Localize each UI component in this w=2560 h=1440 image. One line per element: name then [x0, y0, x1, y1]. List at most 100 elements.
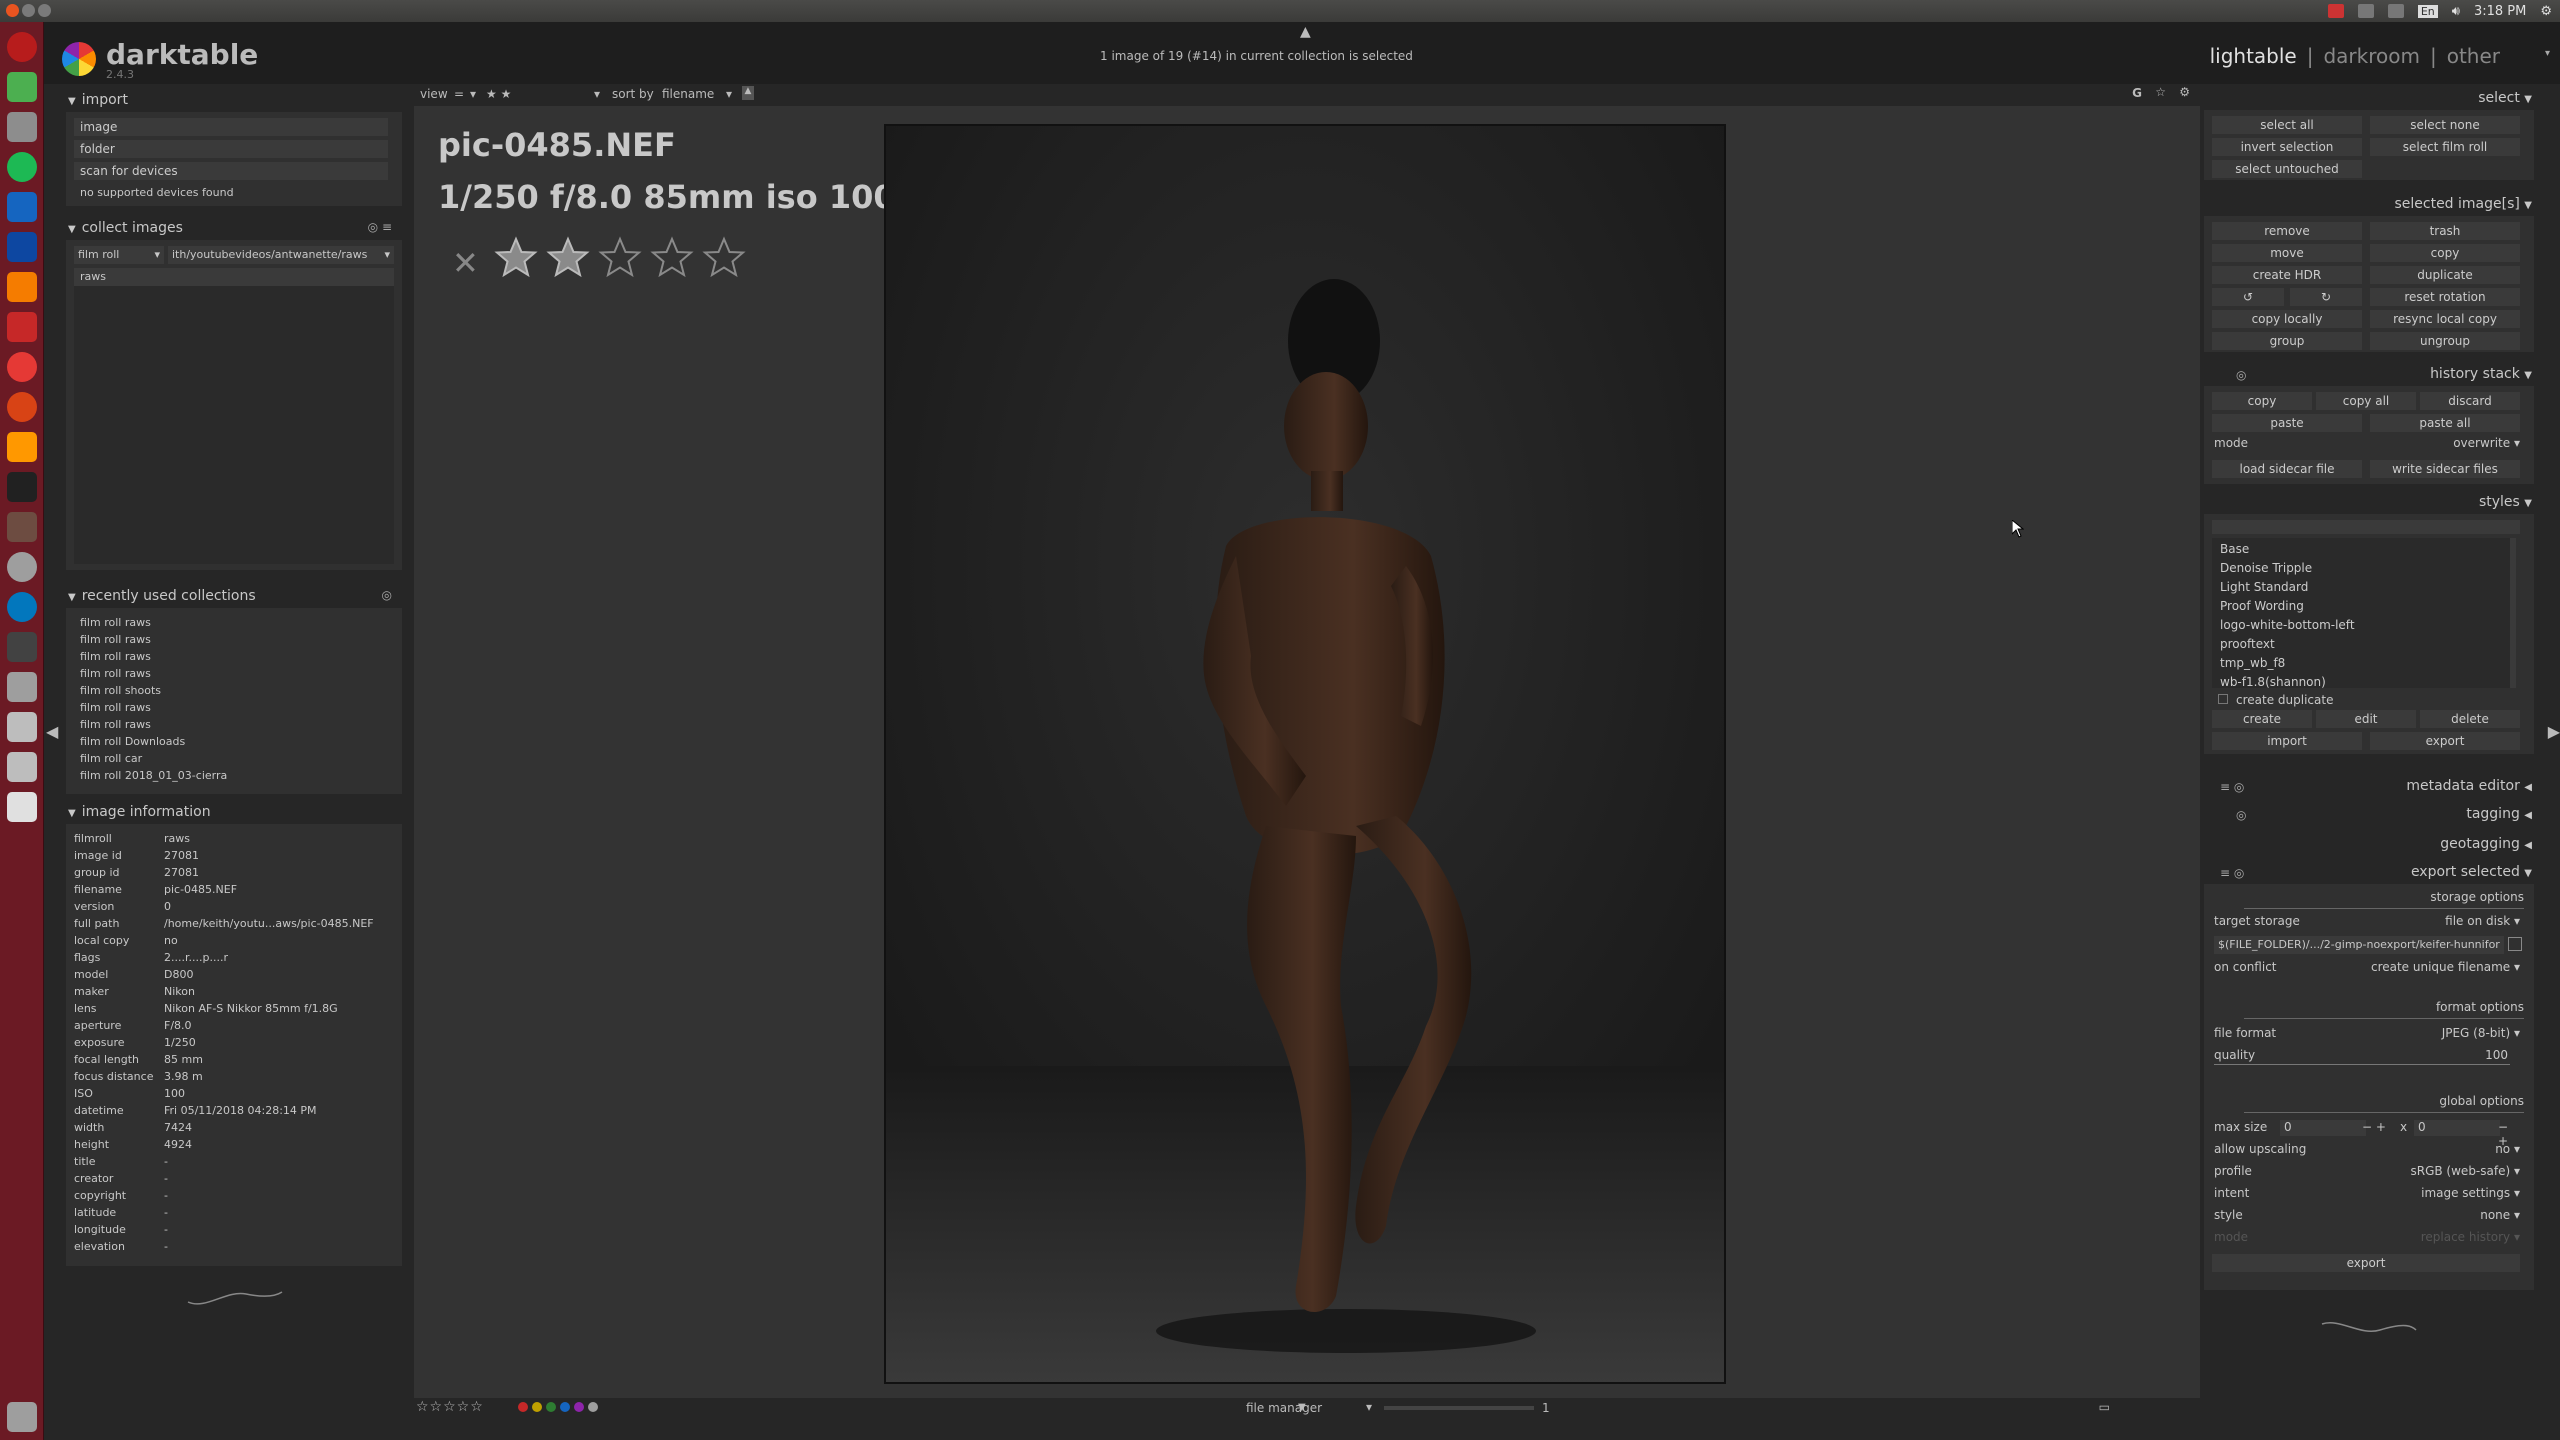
- bottom-star-rating[interactable]: ☆☆☆☆☆: [416, 1399, 484, 1415]
- on-conflict-select[interactable]: create unique filename ▾: [2371, 960, 2520, 974]
- styles-scrollbar[interactable]: [2510, 538, 2516, 688]
- image-information-header[interactable]: ▼ image information: [66, 804, 402, 824]
- style-delete-button[interactable]: delete: [2420, 710, 2520, 728]
- target-storage-row[interactable]: target storage file on disk ▾: [2214, 914, 2520, 932]
- max-height-input[interactable]: 0: [2414, 1120, 2500, 1136]
- write-sidecar-button[interactable]: write sidecar files: [2370, 460, 2520, 478]
- style-item[interactable]: Denoise Tripple: [2220, 561, 2312, 575]
- tagging-options-icon[interactable]: ◎: [2236, 808, 2246, 822]
- style-item[interactable]: Base: [2220, 542, 2249, 556]
- updater-icon[interactable]: [7, 552, 37, 582]
- profile-select[interactable]: sRGB (web-safe) ▾: [2411, 1164, 2521, 1178]
- duplicate-button[interactable]: duplicate: [2370, 266, 2520, 284]
- grouping-toggle[interactable]: G: [2132, 86, 2142, 100]
- zoom-value[interactable]: 1: [1542, 1401, 1550, 1415]
- history-copy-all-button[interactable]: copy all: [2316, 392, 2416, 410]
- style-create-button[interactable]: create: [2212, 710, 2312, 728]
- screen-recorder-icon[interactable]: [7, 232, 37, 262]
- style-item[interactable]: prooftext: [2220, 637, 2275, 651]
- history-discard-button[interactable]: discard: [2420, 392, 2520, 410]
- trash-button[interactable]: trash: [2370, 222, 2520, 240]
- export-presets-icon[interactable]: ≡ ◎: [2220, 866, 2244, 880]
- rating-star-icon[interactable]: [546, 236, 590, 280]
- color-label-dot[interactable]: [546, 1402, 556, 1412]
- view-lighttable[interactable]: lightable: [2210, 44, 2297, 68]
- color-label-dot[interactable]: [532, 1402, 542, 1412]
- allow-upscaling-select[interactable]: no ▾: [2495, 1142, 2520, 1156]
- recent-item[interactable]: film roll raws: [80, 667, 151, 680]
- select-all-button[interactable]: select all: [2212, 116, 2362, 134]
- history-stack-header[interactable]: history stack ▼: [2430, 366, 2532, 382]
- resync-local-copy-button[interactable]: resync local copy: [2370, 310, 2520, 328]
- styles-filter-input[interactable]: [2212, 520, 2520, 534]
- style-import-button[interactable]: import: [2212, 732, 2362, 750]
- reset-rotation-button[interactable]: reset rotation: [2370, 288, 2520, 306]
- rotate-ccw-icon[interactable]: ↺: [2212, 288, 2284, 306]
- volume-icon[interactable]: 🔊︎: [2452, 4, 2460, 19]
- intent-row[interactable]: intent image settings ▾: [2214, 1186, 2520, 1204]
- history-copy-button[interactable]: copy: [2212, 392, 2312, 410]
- metadata-editor-header[interactable]: metadata editor ◀: [2406, 778, 2532, 794]
- keyboard-layout[interactable]: En: [2417, 4, 2438, 18]
- invert-selection-button[interactable]: invert selection: [2212, 138, 2362, 156]
- remote-desktop-icon[interactable]: [7, 192, 37, 222]
- collect-property-select[interactable]: film roll ▾: [74, 246, 164, 264]
- profile-row[interactable]: profile sRGB (web-safe) ▾: [2214, 1164, 2520, 1182]
- sort-order-toggle[interactable]: ▲: [742, 86, 754, 100]
- copy-locally-button[interactable]: copy locally: [2212, 310, 2362, 328]
- darktable-launcher-icon[interactable]: [7, 272, 37, 302]
- indicator-icon[interactable]: [2327, 4, 2344, 18]
- settings-gear-icon[interactable]: ⚙: [2540, 4, 2552, 19]
- spotify-icon[interactable]: [7, 152, 37, 182]
- settings-icon[interactable]: [7, 392, 37, 422]
- video-editor-icon[interactable]: [7, 632, 37, 662]
- preview-photo[interactable]: [884, 124, 1726, 1384]
- file-format-row[interactable]: file format JPEG (8-bit) ▾: [2214, 1026, 2520, 1044]
- import-folder-button[interactable]: folder: [74, 140, 388, 158]
- style-item[interactable]: Proof Wording: [2220, 599, 2304, 613]
- text-editor-icon[interactable]: [7, 312, 37, 342]
- ungroup-button[interactable]: ungroup: [2370, 332, 2520, 350]
- layout-select[interactable]: file manager: [1246, 1401, 1322, 1415]
- collect-path-input[interactable]: ith/youtubevideos/antwanette/raws ▾: [168, 246, 394, 264]
- quality-slider[interactable]: quality 100: [2214, 1048, 2520, 1066]
- recent-item[interactable]: film roll raws: [80, 701, 151, 714]
- load-sidecar-button[interactable]: load sidecar file: [2212, 460, 2362, 478]
- recent-item[interactable]: film roll raws: [80, 718, 151, 731]
- color-label-dot[interactable]: [588, 1402, 598, 1412]
- recent-item[interactable]: film roll raws: [80, 633, 151, 646]
- quality-slider-track[interactable]: [2214, 1064, 2510, 1065]
- chrome-icon[interactable]: [7, 72, 37, 102]
- collapse-top-panel-icon[interactable]: ▲: [1300, 24, 1311, 40]
- disk-icon[interactable]: [7, 712, 37, 742]
- selected-images-header[interactable]: selected image[s] ▼: [2394, 196, 2532, 212]
- select-untouched-button[interactable]: select untouched: [2212, 160, 2362, 178]
- recent-collections-header[interactable]: ▼ recently used collections ◎: [66, 588, 402, 608]
- intent-select[interactable]: image settings ▾: [2421, 1186, 2520, 1200]
- select-film-roll-button[interactable]: select film roll: [2370, 138, 2520, 156]
- recent-item[interactable]: film roll car: [80, 752, 142, 765]
- remove-button[interactable]: remove: [2212, 222, 2362, 240]
- close-window-button[interactable]: [6, 4, 19, 17]
- folder-browse-icon[interactable]: [2508, 937, 2522, 951]
- rating-star-icon[interactable]: [702, 236, 746, 280]
- preferences-gear-icon[interactable]: ⚙: [2179, 85, 2190, 99]
- views-dropdown-icon[interactable]: ▾: [2545, 48, 2550, 59]
- style-row[interactable]: style none ▾: [2214, 1208, 2520, 1226]
- rating-star-icon[interactable]: [598, 236, 642, 280]
- geotagging-header[interactable]: geotagging ◀: [2440, 836, 2532, 852]
- rating-star-icon[interactable]: [494, 236, 538, 280]
- recent-item[interactable]: film roll shoots: [80, 684, 161, 697]
- style-item[interactable]: tmp_wb_f8: [2220, 656, 2285, 670]
- allow-upscaling-row[interactable]: allow upscaling no ▾: [2214, 1142, 2520, 1160]
- recent-item[interactable]: film roll Downloads: [80, 735, 185, 748]
- style-select[interactable]: none ▾: [2480, 1208, 2520, 1222]
- styles-header[interactable]: styles ▼: [2479, 494, 2532, 510]
- move-button[interactable]: move: [2212, 244, 2362, 262]
- copy-button[interactable]: copy: [2370, 244, 2520, 262]
- history-paste-all-button[interactable]: paste all: [2370, 414, 2520, 432]
- style-item[interactable]: logo-white-bottom-left: [2220, 618, 2355, 632]
- collect-images-header[interactable]: ▼ collect images ◎ ≡: [66, 220, 402, 240]
- ubuntu-dash-icon[interactable]: [7, 32, 37, 62]
- media-player-icon[interactable]: [7, 352, 37, 382]
